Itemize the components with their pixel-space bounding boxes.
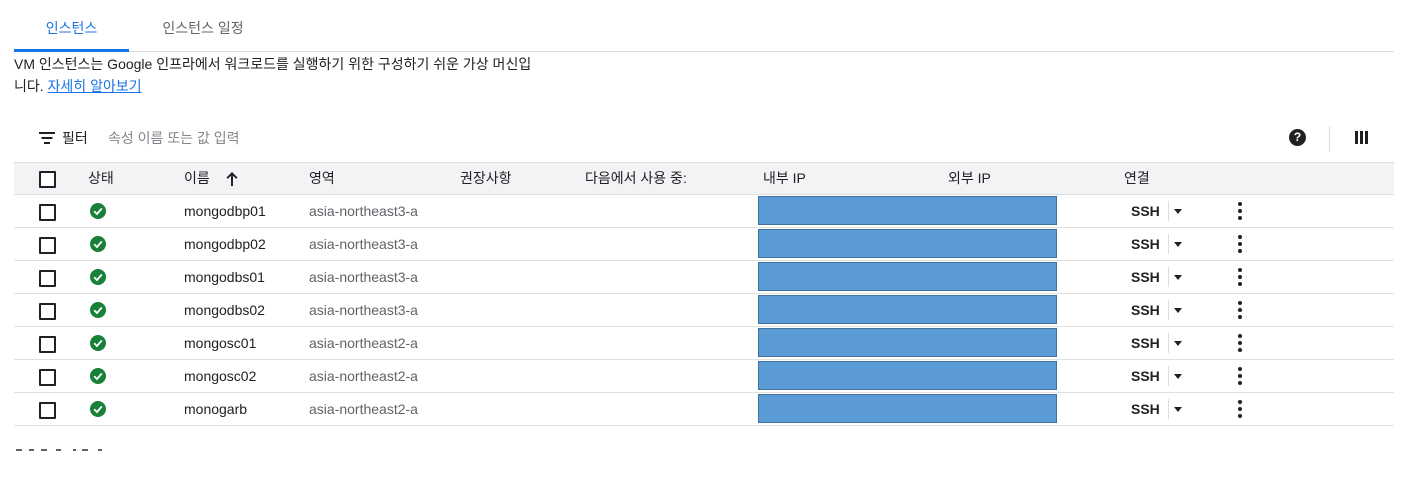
instance-zone: asia-northeast3-a (309, 236, 418, 252)
instance-zone: asia-northeast3-a (309, 269, 418, 285)
instances-table: 상태 이름 영역 권장사항 다음에서 사용 중: 내부 IP 외부 IP 연결 … (14, 162, 1394, 426)
column-header-status[interactable]: 상태 (88, 163, 114, 194)
instance-zone: asia-northeast3-a (309, 203, 418, 219)
column-header-external-ip[interactable]: 외부 IP (948, 163, 991, 194)
ip-redaction-block (758, 262, 1057, 291)
toolbar-divider (1329, 126, 1330, 152)
more-vert-icon[interactable] (1235, 367, 1245, 385)
tab-instance-schedule[interactable]: 인스턴스 일정 (142, 0, 264, 51)
caret-down-icon[interactable] (1174, 275, 1182, 280)
instance-zone: asia-northeast3-a (309, 302, 418, 318)
more-vert-icon[interactable] (1235, 334, 1245, 352)
check-circle-icon (90, 368, 106, 384)
ssh-button[interactable]: SSH (1131, 294, 1160, 326)
check-circle-icon (90, 236, 106, 252)
filter-label: 필터 (62, 130, 88, 146)
ssh-button[interactable]: SSH (1131, 195, 1160, 227)
instance-name[interactable]: monogarb (184, 393, 247, 425)
ssh-button[interactable]: SSH (1131, 360, 1160, 392)
ssh-divider (1168, 201, 1169, 221)
column-header-recommendation[interactable]: 권장사항 (460, 163, 512, 194)
caret-down-icon[interactable] (1174, 308, 1182, 313)
table-header: 상태 이름 영역 권장사항 다음에서 사용 중: 내부 IP 외부 IP 연결 (14, 162, 1394, 195)
ip-redaction-block (758, 328, 1057, 357)
row-checkbox[interactable] (39, 270, 56, 287)
column-header-connect: 연결 (1124, 170, 1150, 186)
row-checkbox[interactable] (39, 369, 56, 386)
ssh-button[interactable]: SSH (1131, 327, 1160, 359)
row-checkbox[interactable] (39, 204, 56, 221)
ssh-button[interactable]: SSH (1131, 261, 1160, 293)
column-header-zone[interactable]: 영역 (309, 163, 335, 194)
table-row[interactable]: monogarb asia-northeast2-a SSH (14, 393, 1394, 426)
row-checkbox[interactable] (39, 402, 56, 419)
table-row[interactable]: mongodbp01 asia-northeast3-a SSH (14, 195, 1394, 228)
ssh-button[interactable]: SSH (1131, 393, 1160, 425)
ip-redaction-block (758, 295, 1057, 324)
ip-redaction-block (758, 394, 1057, 423)
filter-input[interactable] (106, 124, 710, 152)
caret-down-icon[interactable] (1174, 407, 1182, 412)
ssh-divider (1168, 267, 1169, 287)
check-circle-icon (90, 269, 106, 285)
ssh-divider (1168, 300, 1169, 320)
ssh-divider (1168, 333, 1169, 353)
check-circle-icon (90, 401, 106, 417)
row-checkbox[interactable] (39, 336, 56, 353)
tab-bar: 인스턴스 인스턴스 일정 (14, 0, 1394, 52)
columns-icon[interactable] (1355, 131, 1369, 144)
instance-name[interactable]: mongodbs01 (184, 261, 265, 293)
ip-redaction-block (758, 361, 1057, 390)
arrow-up-icon[interactable] (225, 171, 239, 187)
instance-name[interactable]: mongosc01 (184, 327, 256, 359)
instance-name[interactable]: mongosc02 (184, 360, 256, 392)
instance-zone: asia-northeast2-a (309, 335, 418, 351)
caret-down-icon[interactable] (1174, 341, 1182, 346)
check-circle-icon (90, 302, 106, 318)
instance-name[interactable]: mongodbs02 (184, 294, 265, 326)
filter-bar: 필터 ? (14, 120, 1394, 156)
ip-redaction-block (758, 196, 1057, 225)
table-row[interactable]: mongodbs02 asia-northeast3-a SSH (14, 294, 1394, 327)
table-row[interactable]: mongodbs01 asia-northeast3-a SSH (14, 261, 1394, 294)
check-circle-icon (90, 335, 106, 351)
table-row[interactable]: mongosc01 asia-northeast2-a SSH (14, 327, 1394, 360)
description-text-line2: 니다. (14, 78, 48, 94)
more-vert-icon[interactable] (1235, 400, 1245, 418)
help-icon[interactable]: ? (1289, 129, 1306, 146)
ssh-button[interactable]: SSH (1131, 228, 1160, 260)
instance-name[interactable]: mongodbp01 (184, 195, 266, 227)
page-description: VM 인스턴스는 Google 인프라에서 워크로드를 실행하기 위한 구성하기… (14, 53, 634, 97)
more-vert-icon[interactable] (1235, 235, 1245, 253)
row-checkbox[interactable] (39, 237, 56, 254)
column-header-internal-ip[interactable]: 내부 IP (763, 163, 806, 194)
instance-zone: asia-northeast2-a (309, 368, 418, 384)
more-vert-icon[interactable] (1235, 301, 1245, 319)
row-checkbox[interactable] (39, 303, 56, 320)
column-header-name[interactable]: 이름 (184, 163, 210, 194)
column-header-in-use-by[interactable]: 다음에서 사용 중: (585, 163, 687, 194)
filter-icon[interactable] (38, 132, 56, 146)
more-vert-icon[interactable] (1235, 202, 1245, 220)
instance-name[interactable]: mongodbp02 (184, 228, 266, 260)
learn-more-link[interactable]: 자세히 알아보기 (48, 78, 142, 94)
tab-instances[interactable]: 인스턴스 (14, 0, 129, 52)
ssh-divider (1168, 399, 1169, 419)
ip-redaction-block (758, 229, 1057, 258)
instance-zone: asia-northeast2-a (309, 401, 418, 417)
table-row[interactable]: mongosc02 asia-northeast2-a SSH (14, 360, 1394, 393)
caret-down-icon[interactable] (1174, 242, 1182, 247)
table-row[interactable]: mongodbp02 asia-northeast3-a SSH (14, 228, 1394, 261)
footer-fragment (16, 447, 136, 453)
select-all-checkbox[interactable] (39, 171, 56, 188)
ssh-divider (1168, 366, 1169, 386)
caret-down-icon[interactable] (1174, 374, 1182, 379)
more-vert-icon[interactable] (1235, 268, 1245, 286)
check-circle-icon (90, 203, 106, 219)
description-text-line1: VM 인스턴스는 Google 인프라에서 워크로드를 실행하기 위한 구성하기… (14, 56, 532, 72)
ssh-divider (1168, 234, 1169, 254)
caret-down-icon[interactable] (1174, 209, 1182, 214)
